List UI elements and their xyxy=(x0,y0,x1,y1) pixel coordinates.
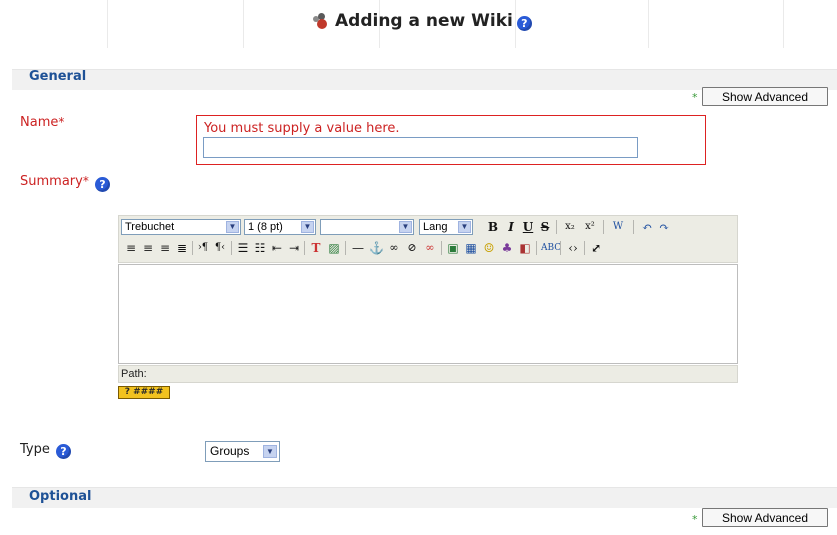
optional-fieldset-header xyxy=(12,487,837,508)
paste-word-icon[interactable]: W xyxy=(609,219,627,235)
toolbar-separator xyxy=(304,241,305,255)
header-divider xyxy=(783,0,784,48)
header-divider xyxy=(648,0,649,48)
font-family-select[interactable]: Trebuchet ▼ xyxy=(121,219,241,235)
subscript-icon[interactable]: x₂ xyxy=(562,219,578,235)
summary-label: Summary* xyxy=(20,174,89,189)
spellcheck-icon[interactable]: ABC xyxy=(541,240,561,256)
font-size-value: 1 (8 pt) xyxy=(248,221,283,233)
insert-image-icon[interactable]: ▣ xyxy=(446,240,460,256)
align-right-icon[interactable]: ≡ xyxy=(158,240,172,256)
toolbar-separator xyxy=(560,241,561,255)
heading-format-select[interactable]: ▼ xyxy=(320,219,414,235)
general-legend: General xyxy=(29,69,87,84)
special-char-icon[interactable]: ♣ xyxy=(500,240,514,256)
strikethrough-icon[interactable]: S xyxy=(538,219,552,235)
toolbar-separator xyxy=(345,241,346,255)
chevron-down-icon: ▼ xyxy=(458,221,471,233)
indent-icon[interactable]: ⇥ xyxy=(287,240,301,256)
language-select[interactable]: Lang ▼ xyxy=(419,219,473,235)
show-advanced-button[interactable]: Show Advanced xyxy=(702,508,828,527)
editor-path-bar: Path: xyxy=(118,365,738,383)
show-advanced-button[interactable]: Show Advanced xyxy=(702,87,828,106)
wiki-icon xyxy=(312,12,334,29)
chevron-down-icon: ▼ xyxy=(399,221,412,233)
underline-icon[interactable]: U xyxy=(521,219,535,235)
toolbar-separator xyxy=(231,241,232,255)
align-center-icon[interactable]: ≡ xyxy=(141,240,155,256)
ordered-list-icon[interactable]: ☰ xyxy=(236,240,250,256)
name-error-message: You must supply a value here. xyxy=(204,121,400,136)
chevron-down-icon: ▼ xyxy=(301,221,314,233)
superscript-icon[interactable]: x² xyxy=(582,219,598,235)
anchor-icon[interactable]: ⚓ xyxy=(369,240,384,256)
fullscreen-icon[interactable]: ⤢ xyxy=(589,240,603,256)
font-size-select[interactable]: 1 (8 pt) ▼ xyxy=(244,219,316,235)
language-value: Lang xyxy=(423,221,448,233)
keyboard-shortcuts-button[interactable]: ? #### xyxy=(118,386,170,399)
advanced-marker: * xyxy=(692,91,698,104)
advanced-marker: * xyxy=(692,513,698,526)
summary-label-text: Summary xyxy=(20,174,83,189)
undo-icon[interactable]: ↶ xyxy=(640,219,654,235)
name-input[interactable] xyxy=(203,137,638,158)
summary-editor-area[interactable] xyxy=(118,264,738,364)
toolbar-separator xyxy=(192,241,193,255)
smiley-icon[interactable]: ☺ xyxy=(482,240,496,256)
header-divider xyxy=(107,0,108,48)
help-icon[interactable]: ? xyxy=(516,16,532,31)
type-label: Type xyxy=(20,442,50,457)
toolbar-separator xyxy=(603,220,604,234)
page-title-text: Adding a new Wiki xyxy=(335,10,513,31)
unlink-icon[interactable]: ⊘ xyxy=(404,240,420,256)
path-label: Path: xyxy=(121,368,147,380)
search-replace-icon[interactable]: ◧ xyxy=(518,240,532,256)
text-color-icon[interactable]: T xyxy=(309,240,323,256)
italic-icon[interactable]: I xyxy=(504,219,518,235)
redo-icon[interactable]: ↷ xyxy=(657,219,671,235)
help-icon[interactable]: ? xyxy=(95,177,110,192)
required-marker: * xyxy=(82,174,89,188)
toolbar-separator xyxy=(633,220,634,234)
insert-table-icon[interactable]: ▦ xyxy=(464,240,478,256)
type-select[interactable]: Groups ▼ xyxy=(205,441,280,462)
unordered-list-icon[interactable]: ☷ xyxy=(253,240,267,256)
font-family-value: Trebuchet xyxy=(125,221,175,233)
nolink-icon[interactable]: ∞ xyxy=(422,240,438,256)
optional-legend: Optional xyxy=(29,489,92,504)
name-label-text: Name xyxy=(20,115,59,130)
help-icon[interactable]: ? xyxy=(56,444,71,459)
page-title: Adding a new Wiki ? xyxy=(312,10,532,31)
type-select-value: Groups xyxy=(210,444,250,458)
align-left-icon[interactable]: ≡ xyxy=(124,240,138,256)
name-label: Name* xyxy=(20,115,64,130)
header-divider xyxy=(243,0,244,48)
bg-color-icon[interactable]: ▨ xyxy=(326,240,342,256)
toolbar-separator xyxy=(536,241,537,255)
toolbar-separator xyxy=(584,241,585,255)
link-icon[interactable]: ∞ xyxy=(386,240,402,256)
bold-icon[interactable]: B xyxy=(486,219,500,235)
required-marker: * xyxy=(58,115,65,129)
horizontal-rule-icon[interactable]: — xyxy=(350,240,366,256)
toolbar-separator xyxy=(441,241,442,255)
rtl-icon[interactable]: ¶‹ xyxy=(213,240,227,256)
ltr-icon[interactable]: ›¶ xyxy=(196,240,210,256)
chevron-down-icon: ▼ xyxy=(263,445,277,458)
outdent-icon[interactable]: ⇤ xyxy=(270,240,284,256)
html-source-icon[interactable]: ‹› xyxy=(565,240,581,256)
justify-icon[interactable]: ≣ xyxy=(175,240,189,256)
chevron-down-icon: ▼ xyxy=(226,221,239,233)
toolbar-separator xyxy=(556,220,557,234)
